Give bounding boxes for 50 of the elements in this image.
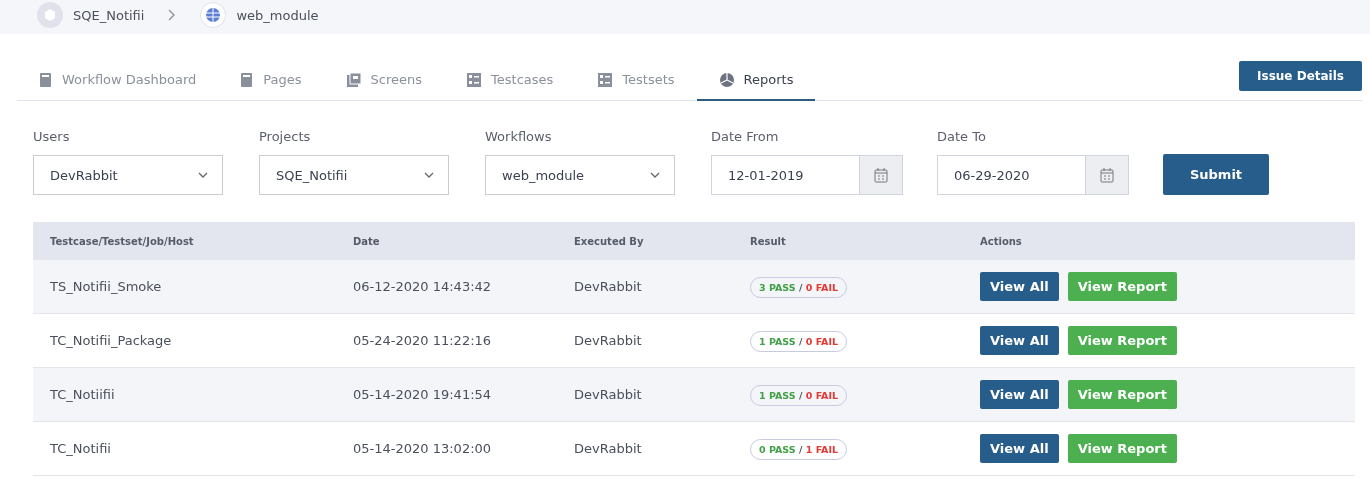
submit-button[interactable]: Submit <box>1163 154 1269 195</box>
table-cell-text: 05-24-2020 11:22:16 <box>353 333 493 348</box>
breadcrumb-link[interactable]: web_module <box>236 7 319 23</box>
caret-icon <box>198 172 208 178</box>
table-cell-text: TC_Notifii <box>49 441 112 456</box>
stacked-pages-icon <box>345 71 362 88</box>
table-cell-text: DevRabbit <box>574 333 643 348</box>
caret-icon <box>424 172 434 178</box>
view-all-button[interactable]: View All <box>980 326 1059 355</box>
calendar-button[interactable] <box>859 155 903 195</box>
list-icon <box>597 71 614 88</box>
dropdown[interactable]: DevRabbit <box>33 155 223 195</box>
calendar-icon <box>1100 167 1114 183</box>
date-field[interactable]: 06-29-2020 <box>937 155 1085 195</box>
view-all-button[interactable]: View All <box>980 272 1059 301</box>
table-cell-text: TC_Notifii_Package <box>49 333 173 348</box>
table-cell-text: DevRabbit <box>574 279 643 294</box>
column-header: Date <box>353 235 381 247</box>
column-header: Result <box>750 235 787 247</box>
view-all-button[interactable]: View All <box>980 380 1059 409</box>
column-header: Actions <box>980 235 1022 247</box>
field-label: Date To <box>937 129 987 144</box>
table-cell-text: 05-14-2020 19:41:54 <box>353 387 493 402</box>
list-icon <box>466 71 483 88</box>
table-cell-text: 05-14-2020 13:02:00 <box>353 441 493 456</box>
document-icon <box>39 71 53 88</box>
table-cell-text: 06-12-2020 14:43:42 <box>353 279 493 294</box>
table-cell-text: DevRabbit <box>574 441 643 456</box>
chevron-icon <box>168 9 177 21</box>
field-label: Date From <box>711 129 780 144</box>
field-label: Workflows <box>485 129 553 144</box>
calendar-icon <box>874 167 888 183</box>
view-all-button[interactable]: View All <box>980 434 1059 463</box>
field-label: Users <box>33 129 71 144</box>
table-cell-text: TC_Notiifii <box>49 387 116 402</box>
pie-chart-icon <box>718 71 735 88</box>
dropdown[interactable]: SQE_Notifii <box>259 155 449 195</box>
breadcrumb-link[interactable]: SQE_Notifii <box>73 7 145 23</box>
field-label: Projects <box>259 129 312 144</box>
caret-icon <box>650 172 660 178</box>
calendar-button[interactable] <box>1085 155 1129 195</box>
dropdown[interactable]: web_module <box>485 155 675 195</box>
column-header: Executed By <box>574 235 645 247</box>
issue-details-button[interactable]: Issue Details <box>1239 61 1362 91</box>
column-header: Testcase/Testset/Job/Host <box>49 235 195 247</box>
document-icon <box>240 71 255 88</box>
table-cell-text: DevRabbit <box>574 387 643 402</box>
date-field[interactable]: 12-01-2019 <box>711 155 859 195</box>
tab[interactable]: Reports <box>696 60 816 101</box>
table-cell-text: TS_Notifii_Smoke <box>49 279 163 294</box>
